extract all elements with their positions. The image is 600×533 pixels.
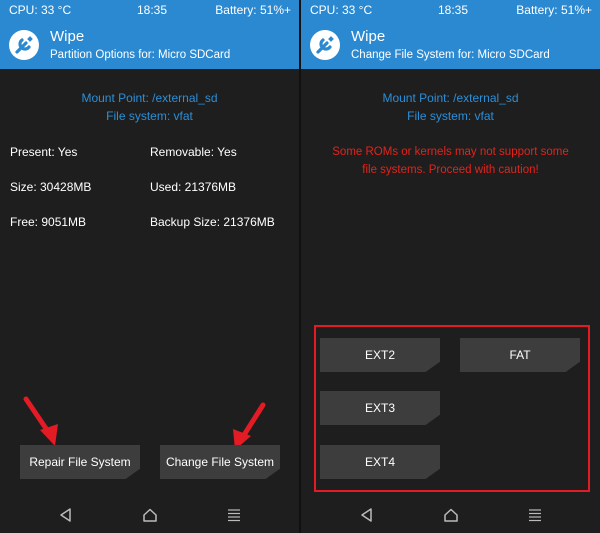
- home-icon[interactable]: [443, 507, 459, 523]
- backup-size-value: Backup Size: 21376MB: [150, 215, 275, 229]
- menu-icon[interactable]: [226, 507, 242, 523]
- home-icon[interactable]: [142, 507, 158, 523]
- used-value: Used: 21376MB: [150, 180, 237, 194]
- header-title: Wipe: [351, 28, 386, 45]
- mount-point: Mount Point: /external_sd: [81, 91, 218, 105]
- present-value: Present: Yes: [10, 145, 78, 159]
- clock: 18:35: [438, 3, 469, 17]
- content-area: Mount Point: /external_sd File system: v…: [0, 69, 299, 498]
- battery-status: Battery: 51%+: [215, 3, 291, 17]
- twrp-logo-icon: [9, 30, 39, 60]
- ext3-button[interactable]: EXT3: [320, 391, 440, 425]
- twrp-logo-icon: [310, 30, 340, 60]
- header-subtitle: Partition Options for: Micro SDCard: [50, 49, 231, 61]
- header-title: Wipe: [50, 28, 85, 45]
- red-arrow-icon: [233, 402, 266, 450]
- change-file-system-button[interactable]: Change File System: [160, 445, 280, 479]
- warning-line-2: file systems. Proceed with caution!: [362, 164, 539, 176]
- header: Wipe Partition Options for: Micro SDCard: [0, 21, 299, 69]
- content-area: Mount Point: /external_sd File system: v…: [301, 69, 600, 498]
- warning-line-1: Some ROMs or kernels may not support som…: [332, 146, 569, 158]
- size-value: Size: 30428MB: [10, 180, 92, 194]
- clock: 18:35: [137, 3, 168, 17]
- cpu-temp: CPU: 33 °C: [9, 3, 72, 17]
- cpu-temp: CPU: 33 °C: [310, 3, 373, 17]
- menu-icon[interactable]: [527, 507, 543, 523]
- battery-status: Battery: 51%+: [516, 3, 592, 17]
- back-triangle-icon[interactable]: [359, 507, 375, 523]
- red-arrow-icon: [23, 396, 58, 446]
- file-system: File system: vfat: [407, 109, 494, 123]
- fat-button[interactable]: FAT: [460, 338, 580, 372]
- nav-bar: [301, 498, 600, 533]
- nav-bar: [0, 498, 299, 533]
- repair-file-system-button[interactable]: Repair File System: [20, 445, 140, 479]
- mount-point: Mount Point: /external_sd: [382, 91, 519, 105]
- header-subtitle: Change File System for: Micro SDCard: [351, 49, 550, 61]
- header: Wipe Change File System for: Micro SDCar…: [301, 21, 600, 69]
- back-triangle-icon[interactable]: [58, 507, 74, 523]
- ext2-button[interactable]: EXT2: [320, 338, 440, 372]
- left-panel: CPU: 33 °C 18:35 Battery: 51%+ Wipe Part…: [0, 0, 299, 533]
- status-bar: CPU: 33 °C 18:35 Battery: 51%+: [0, 0, 299, 21]
- removable-value: Removable: Yes: [150, 145, 237, 159]
- right-panel: CPU: 33 °C 18:35 Battery: 51%+ Wipe Chan…: [301, 0, 600, 533]
- free-value: Free: 9051MB: [10, 215, 87, 229]
- ext4-button[interactable]: EXT4: [320, 445, 440, 479]
- file-system: File system: vfat: [106, 109, 193, 123]
- status-bar: CPU: 33 °C 18:35 Battery: 51%+: [301, 0, 600, 21]
